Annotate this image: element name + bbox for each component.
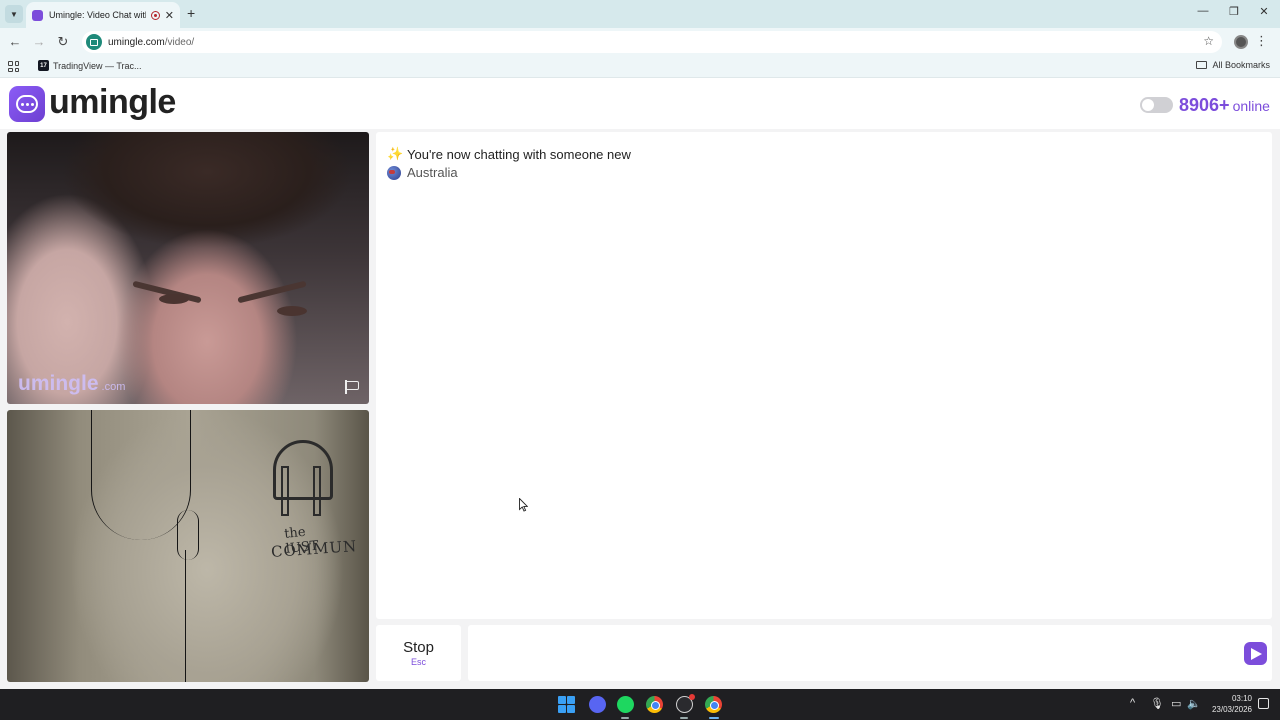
video-face-detail bbox=[159, 294, 189, 304]
umingle-watermark: umingle .com bbox=[18, 372, 125, 396]
umingle-favicon-icon bbox=[32, 9, 43, 21]
reload-button[interactable]: ↻ bbox=[55, 34, 71, 50]
earphone-cord bbox=[91, 410, 191, 540]
video-face-detail bbox=[237, 280, 307, 304]
new-tab-button[interactable]: + bbox=[187, 5, 195, 21]
stranger-video: umingle .com bbox=[7, 132, 369, 404]
url-path: /video/ bbox=[164, 36, 195, 48]
browser-tab-bar: ▼ Umingle: Video Chat with S ✕ + — ❐ ✕ bbox=[0, 0, 1280, 28]
sparkle-icon: ✨ bbox=[387, 146, 404, 161]
earphone-cord bbox=[185, 550, 189, 682]
folder-icon bbox=[1196, 61, 1208, 69]
chevron-down-icon: ▼ bbox=[10, 9, 18, 19]
profile-avatar[interactable] bbox=[1234, 35, 1248, 49]
back-button[interactable]: ← bbox=[7, 34, 23, 49]
theme-toggle[interactable] bbox=[1140, 97, 1173, 113]
notification-center-icon[interactable] bbox=[1258, 698, 1269, 709]
running-indicator bbox=[621, 717, 629, 719]
close-window-button[interactable]: ✕ bbox=[1254, 5, 1274, 18]
send-button[interactable] bbox=[1244, 642, 1267, 665]
tab-close-icon[interactable]: ✕ bbox=[165, 9, 174, 22]
system-clock[interactable]: 03:10 23/03/2026 bbox=[1206, 693, 1252, 715]
running-indicator bbox=[680, 717, 688, 719]
chrome-icon[interactable] bbox=[646, 696, 663, 713]
windows-taskbar: ^ 🎙 ▭ 🔈 03:10 23/03/2026 bbox=[0, 689, 1280, 720]
hoodie-print: the lUST COMMUN bbox=[265, 436, 358, 566]
apps-grid-icon[interactable] bbox=[8, 61, 19, 72]
umingle-logo-icon[interactable] bbox=[9, 86, 45, 122]
tray-overflow-icon[interactable]: ^ bbox=[1130, 697, 1135, 709]
url-text: umingle.com/video/ bbox=[108, 37, 194, 48]
site-header: umingle 8906+ online bbox=[0, 79, 1280, 129]
online-counter: 8906+ online bbox=[1179, 95, 1270, 116]
send-arrow-icon bbox=[1251, 647, 1262, 660]
print-pillar bbox=[313, 466, 321, 516]
country-text: Australia bbox=[407, 165, 458, 180]
all-bookmarks-button[interactable]: All Bookmarks bbox=[1196, 60, 1270, 70]
watermark-text: umingle bbox=[18, 372, 99, 395]
bookmark-star-icon[interactable]: ☆ bbox=[1203, 34, 1214, 48]
chat-country-line: Australia bbox=[387, 165, 458, 180]
globe-flag-icon bbox=[387, 165, 401, 180]
browser-tab-umingle[interactable]: Umingle: Video Chat with S ✕ bbox=[26, 2, 180, 28]
bookmark-label: TradingView — Trac... bbox=[53, 60, 142, 71]
chat-log: ✨ You're now chatting with someone new A… bbox=[376, 132, 1272, 619]
stop-label: Stop bbox=[403, 639, 434, 656]
forward-button[interactable]: → bbox=[31, 34, 47, 49]
online-label: online bbox=[1232, 98, 1270, 114]
online-count: 8906+ bbox=[1179, 95, 1230, 115]
stop-shortcut-hint: Esc bbox=[410, 657, 426, 667]
windows-start-icon[interactable] bbox=[558, 696, 575, 713]
site-logo-text[interactable]: umingle bbox=[49, 83, 176, 122]
clock-time: 03:10 bbox=[1231, 694, 1252, 703]
discord-icon[interactable] bbox=[589, 696, 606, 713]
all-bookmarks-label: All Bookmarks bbox=[1212, 60, 1270, 70]
video-face-detail bbox=[277, 306, 307, 316]
site-info-icon[interactable] bbox=[86, 34, 102, 50]
message-input[interactable] bbox=[468, 625, 1272, 681]
address-bar[interactable]: umingle.com/video/ bbox=[82, 31, 1222, 53]
print-text-2: COMMUN bbox=[270, 537, 358, 561]
stop-button[interactable]: Stop Esc bbox=[376, 625, 461, 681]
volume-icon[interactable]: 🔈 bbox=[1187, 697, 1201, 710]
minimize-button[interactable]: — bbox=[1193, 5, 1213, 17]
browser-menu-icon[interactable]: ⋮ bbox=[1255, 33, 1268, 49]
notice-text: You're now chatting with someone new bbox=[407, 146, 631, 162]
bookmark-tradingview[interactable]: 17 TradingView — Trac... bbox=[38, 60, 142, 71]
tab-title: Umingle: Video Chat with S bbox=[49, 10, 146, 20]
chrome-profile-icon[interactable] bbox=[705, 696, 722, 713]
clock-date: 23/03/2026 bbox=[1211, 705, 1252, 714]
page-content: umingle 8906+ online umingle .com the lUS… bbox=[0, 79, 1280, 689]
chat-system-notice: ✨ You're now chatting with someone new bbox=[387, 146, 631, 162]
network-icon[interactable]: ▭ bbox=[1171, 697, 1181, 710]
obs-icon[interactable] bbox=[676, 694, 695, 713]
spotify-icon[interactable] bbox=[617, 696, 634, 713]
tab-search-button[interactable]: ▼ bbox=[5, 5, 23, 23]
recording-indicator-icon bbox=[150, 10, 160, 20]
url-host: umingle.com bbox=[108, 36, 165, 48]
mouse-cursor-icon bbox=[519, 498, 528, 512]
watermark-suffix: .com bbox=[101, 381, 126, 393]
bookmarks-bar: 17 TradingView — Trac... All Bookmarks bbox=[0, 56, 1280, 78]
tradingview-logo-icon: 17 bbox=[38, 60, 49, 71]
active-window-indicator bbox=[709, 717, 719, 719]
restore-button[interactable]: ❐ bbox=[1224, 5, 1244, 18]
microphone-icon[interactable]: 🎙 bbox=[1150, 697, 1164, 710]
report-flag-icon[interactable] bbox=[344, 380, 360, 394]
toggle-knob bbox=[1142, 99, 1154, 111]
browser-toolbar: ← → ↻ umingle.com/video/ ☆ ⋮ bbox=[0, 28, 1280, 56]
self-video: the lUST COMMUN bbox=[7, 410, 369, 682]
print-pillar bbox=[281, 466, 289, 516]
